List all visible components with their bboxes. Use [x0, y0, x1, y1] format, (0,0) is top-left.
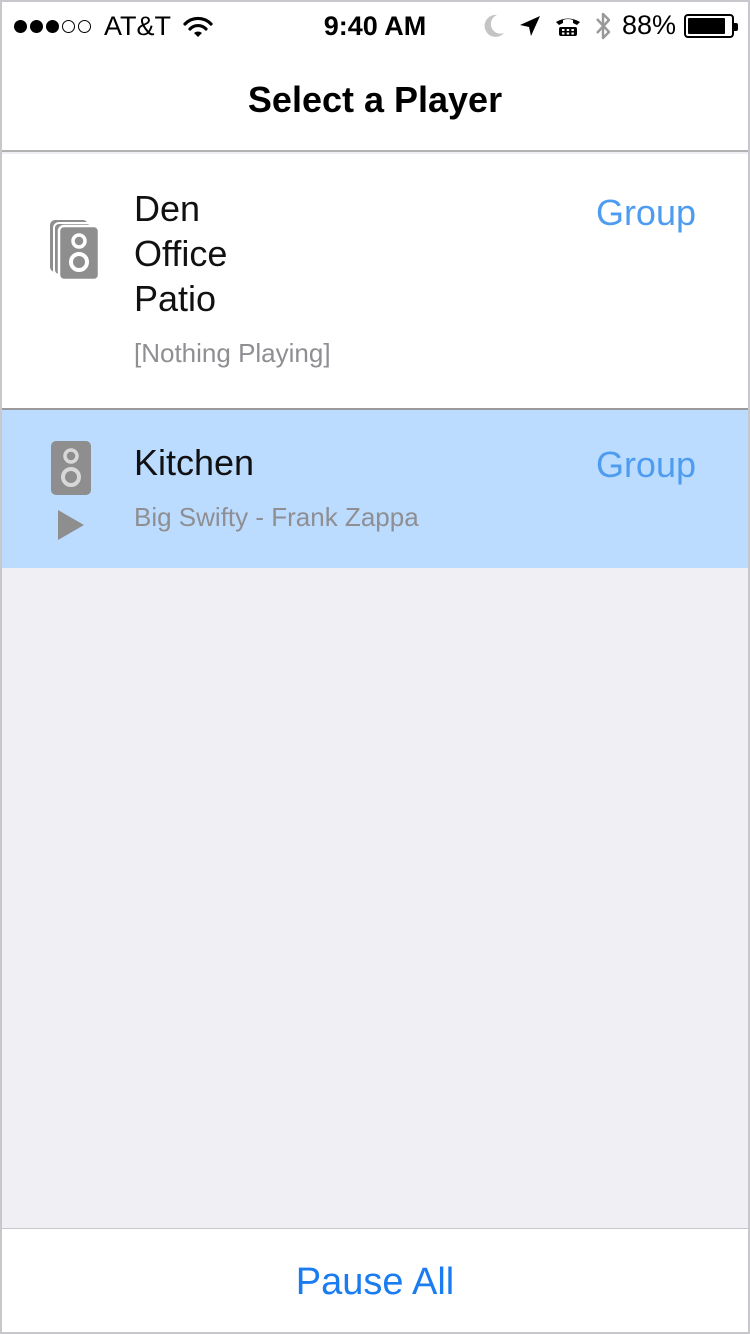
player-row-kitchen[interactable]: Kitchen Big Swifty - Frank Zappa Group: [2, 410, 748, 568]
player-row-den-office-patio[interactable]: Den Office Patio [Nothing Playing] Group: [2, 154, 748, 410]
speaker-icon: [50, 440, 92, 501]
status-right: 88%: [470, 10, 738, 41]
location-arrow-icon: [518, 14, 542, 38]
battery-percent: 88%: [621, 10, 676, 40]
now-playing-text: Big Swifty - Frank Zappa: [134, 502, 419, 532]
battery-icon: [684, 13, 738, 38]
room-name: Office: [134, 233, 228, 274]
moon-icon: [482, 13, 506, 39]
navigation-bar: Select a Player: [2, 52, 748, 152]
page-title: Select a Player: [247, 79, 503, 120]
player-list: Den Office Patio [Nothing Playing] Group: [2, 154, 748, 568]
group-button[interactable]: Group: [596, 444, 696, 486]
play-icon: [56, 508, 86, 547]
tty-icon: [554, 15, 582, 37]
room-name: Patio: [134, 278, 217, 319]
group-button[interactable]: Group: [596, 192, 696, 234]
speaker-group-icon: [48, 218, 102, 287]
room-name: Kitchen: [134, 442, 255, 483]
bluetooth-icon: [594, 11, 612, 41]
app-frame: AT&T 9:40 AM 88% Select a Player Den Off…: [0, 0, 750, 1334]
now-playing-text: [Nothing Playing]: [134, 338, 331, 368]
status-bar: AT&T 9:40 AM 88%: [2, 2, 748, 52]
room-names: Den Office Patio: [134, 186, 227, 321]
pause-all-button[interactable]: Pause All: [296, 1261, 454, 1304]
room-name: Den: [134, 188, 201, 229]
bottom-toolbar: Pause All: [2, 1228, 748, 1332]
